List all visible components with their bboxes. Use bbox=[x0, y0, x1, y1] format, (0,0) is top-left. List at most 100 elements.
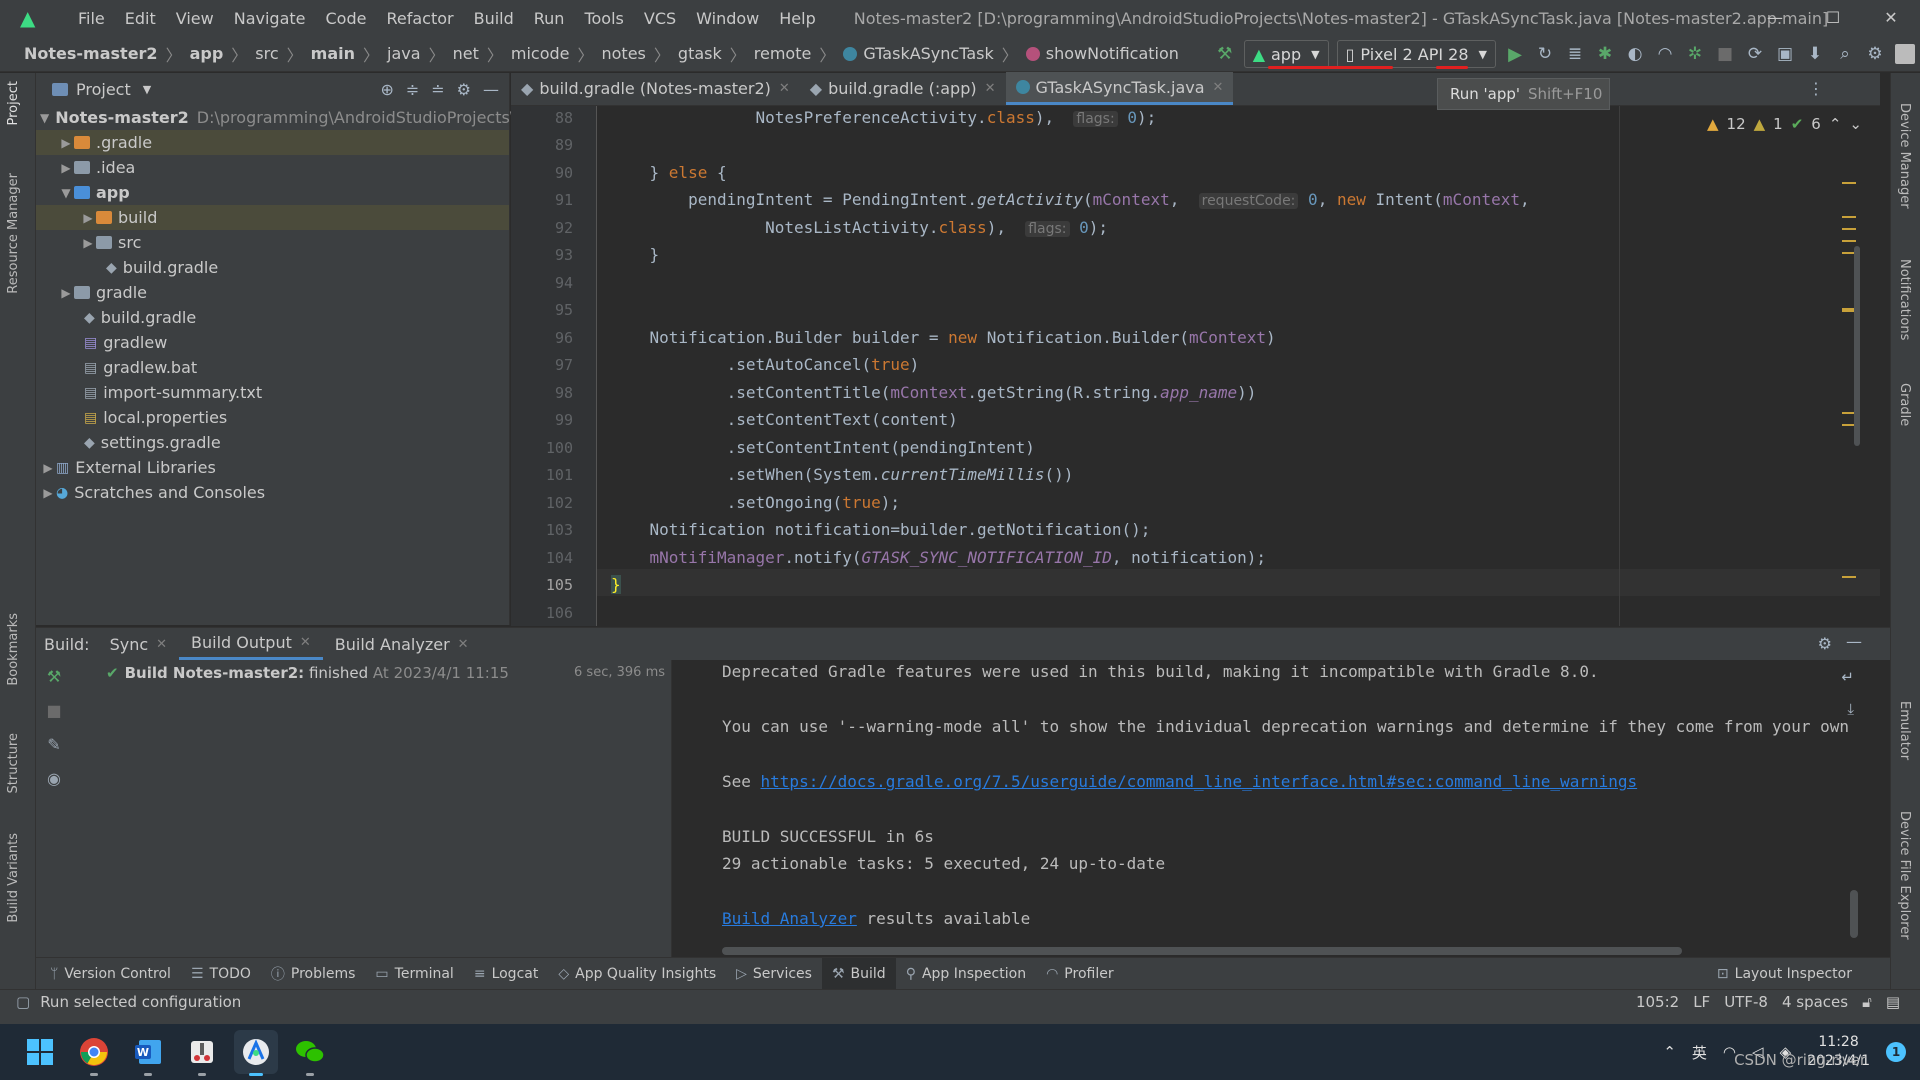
gear-icon[interactable]: ⚙ bbox=[1818, 634, 1832, 653]
error-stripe-mark[interactable] bbox=[1842, 216, 1856, 218]
breadcrumb-item[interactable]: src bbox=[255, 44, 278, 63]
tool-window-emulator[interactable]: Emulator bbox=[1897, 701, 1912, 760]
menu-help[interactable]: Help bbox=[769, 9, 825, 28]
profile-icon[interactable]: ◠ bbox=[1650, 39, 1680, 69]
tab-build[interactable]: ⚒ Build bbox=[821, 957, 896, 990]
chevron-right-icon[interactable]: ▶ bbox=[40, 461, 56, 475]
chrome-icon[interactable] bbox=[72, 1030, 116, 1076]
tab-app-inspection[interactable]: ⚲ App Inspection bbox=[896, 958, 1036, 990]
menu-view[interactable]: View bbox=[166, 9, 224, 28]
hide-icon[interactable]: — bbox=[1846, 632, 1862, 651]
chevron-right-icon[interactable]: ▶ bbox=[58, 161, 74, 175]
tree-item-gradlew[interactable]: ▤ gradlew bbox=[36, 330, 509, 355]
breadcrumb-item[interactable]: java bbox=[387, 44, 421, 63]
tab-gtaskasynctask[interactable]: GTaskASyncTask.java ✕ bbox=[1005, 72, 1234, 105]
apply-changes-icon[interactable]: ≣ bbox=[1560, 39, 1590, 69]
breadcrumb-item[interactable]: micode bbox=[511, 44, 570, 63]
tree-item-settings-gradle[interactable]: ◆ settings.gradle bbox=[36, 430, 509, 455]
project-view-select[interactable]: Project bbox=[76, 80, 131, 99]
error-stripe-mark[interactable] bbox=[1842, 182, 1856, 184]
tab-services[interactable]: ▷ Services bbox=[726, 958, 822, 990]
close-icon[interactable]: ✕ bbox=[458, 637, 469, 652]
tab-build-analyzer[interactable]: Build Analyzer ✕ bbox=[323, 628, 481, 660]
close-icon[interactable]: ✕ bbox=[779, 81, 790, 96]
file-encoding[interactable]: UTF-8 bbox=[1724, 993, 1768, 1011]
line-separator[interactable]: LF bbox=[1693, 993, 1710, 1011]
tab-profiler[interactable]: ◠ Profiler bbox=[1036, 958, 1124, 990]
tab-build-output[interactable]: Build Output ✕ bbox=[179, 628, 323, 660]
tree-item-build[interactable]: ▶ build bbox=[36, 205, 509, 230]
tool-window-notifications[interactable]: Notifications bbox=[1897, 259, 1912, 340]
breadcrumb-item[interactable]: notes bbox=[602, 44, 646, 63]
tree-item-local-properties[interactable]: ▤ local.properties bbox=[36, 405, 509, 430]
menu-vcs[interactable]: VCS bbox=[634, 9, 686, 28]
tab-build-gradle-app[interactable]: ◆ build.gradle (:app) ✕ bbox=[800, 72, 1006, 105]
windows-start-icon[interactable] bbox=[18, 1030, 62, 1074]
menu-file[interactable]: File bbox=[68, 9, 115, 28]
breadcrumb-item[interactable]: gtask bbox=[678, 44, 722, 63]
menu-tools[interactable]: Tools bbox=[574, 9, 633, 28]
device-select[interactable]: ▯ Pixel 2 API 28 ▼ bbox=[1336, 40, 1496, 68]
menu-window[interactable]: Window bbox=[686, 9, 769, 28]
tree-item-app[interactable]: ▼ app bbox=[36, 180, 509, 205]
indent-setting[interactable]: 4 spaces bbox=[1782, 993, 1848, 1011]
tree-item-idea[interactable]: ▶ .idea bbox=[36, 155, 509, 180]
gear-icon[interactable]: ⚙ bbox=[457, 80, 471, 99]
tab-sync[interactable]: Sync ✕ bbox=[98, 628, 179, 660]
horizontal-scrollbar[interactable] bbox=[722, 947, 1682, 955]
collapse-all-icon[interactable]: ≐ bbox=[431, 80, 444, 99]
chevron-right-icon[interactable]: ▶ bbox=[58, 136, 74, 150]
tree-item-root[interactable]: ▼ Notes-master2 D:\programming\AndroidStu… bbox=[36, 105, 515, 130]
tool-window-device-manager[interactable]: Device Manager bbox=[1897, 103, 1912, 209]
tree-item-scratches[interactable]: ▶ ◕ Scratches and Consoles bbox=[36, 480, 509, 505]
snipping-tool-icon[interactable] bbox=[180, 1030, 224, 1076]
attach-debugger-icon[interactable]: ✲ bbox=[1680, 39, 1710, 69]
tree-item-import-summary[interactable]: ▤ import-summary.txt bbox=[36, 380, 509, 405]
tree-item-gradle-dir[interactable]: ▶ .gradle bbox=[36, 130, 509, 155]
memory-icon[interactable]: ▤ bbox=[1886, 993, 1900, 1011]
status-toggle-icon[interactable]: ▢ bbox=[16, 993, 30, 1011]
soft-wrap-icon[interactable]: ↵ bbox=[1841, 668, 1854, 686]
vertical-scrollbar[interactable] bbox=[1854, 246, 1860, 446]
tab-version-control[interactable]: ᛘ Version Control bbox=[40, 958, 181, 990]
tree-item-gradlew-bat[interactable]: ▤ gradlew.bat bbox=[36, 355, 509, 380]
wechat-icon[interactable] bbox=[288, 1030, 332, 1076]
sync-gradle-icon[interactable]: ⟳ bbox=[1740, 39, 1770, 69]
chevron-up-icon[interactable]: ⌃ bbox=[1829, 115, 1842, 133]
menu-navigate[interactable]: Navigate bbox=[224, 9, 316, 28]
tab-todo[interactable]: ☰ TODO bbox=[181, 958, 261, 990]
menu-build[interactable]: Build bbox=[464, 9, 524, 28]
inspection-widget[interactable]: ▲ 12 ▲ 1 ✔ 6 ⌃ ⌄ bbox=[1707, 106, 1862, 142]
tool-window-structure[interactable]: Structure bbox=[6, 733, 21, 793]
build-analyzer-link[interactable]: Build Analyzer bbox=[722, 909, 857, 928]
tree-item-gradle[interactable]: ▶ gradle bbox=[36, 280, 509, 305]
tree-item-build-gradle[interactable]: ◆ build.gradle bbox=[36, 305, 509, 330]
maximize-button[interactable]: ☐ bbox=[1804, 0, 1862, 36]
more-tabs-icon[interactable]: ⋮ bbox=[1808, 79, 1824, 98]
tool-window-bookmarks[interactable]: Bookmarks bbox=[6, 613, 21, 686]
chevron-up-icon[interactable]: ⌃ bbox=[1663, 1043, 1676, 1061]
lock-icon[interactable]: 🔓︎ bbox=[1862, 993, 1872, 1011]
ime-indicator[interactable]: 英 bbox=[1692, 1042, 1707, 1063]
sdk-manager-icon[interactable]: ⬇ bbox=[1800, 39, 1830, 69]
close-icon[interactable]: ✕ bbox=[1213, 80, 1224, 95]
tab-build-gradle-project[interactable]: ◆ build.gradle (Notes-master2) ✕ bbox=[511, 72, 800, 105]
breadcrumb-item[interactable]: app bbox=[190, 44, 224, 63]
chevron-right-icon[interactable]: ▶ bbox=[40, 486, 56, 500]
tool-window-build-variants[interactable]: Build Variants bbox=[6, 833, 21, 923]
menu-code[interactable]: Code bbox=[316, 9, 377, 28]
close-button[interactable]: ✕ bbox=[1862, 0, 1920, 36]
expand-all-icon[interactable]: ≑ bbox=[406, 80, 419, 99]
close-icon[interactable]: ✕ bbox=[156, 637, 167, 652]
close-icon[interactable]: ✕ bbox=[300, 635, 311, 650]
tool-window-resource-manager[interactable]: Resource Manager bbox=[6, 173, 21, 294]
hide-icon[interactable]: — bbox=[483, 80, 499, 99]
chevron-down-icon[interactable]: ▼ bbox=[58, 186, 74, 200]
breadcrumb-item[interactable]: net bbox=[453, 44, 479, 63]
tab-terminal[interactable]: ▭ Terminal bbox=[365, 958, 463, 990]
tab-logcat[interactable]: ≡ Logcat bbox=[464, 958, 549, 990]
android-studio-icon[interactable] bbox=[234, 1030, 278, 1076]
breadcrumb-item[interactable]: remote bbox=[754, 44, 812, 63]
tab-app-quality-insights[interactable]: ◇ App Quality Insights bbox=[548, 958, 726, 990]
stop-icon[interactable]: ■ bbox=[1710, 39, 1740, 69]
